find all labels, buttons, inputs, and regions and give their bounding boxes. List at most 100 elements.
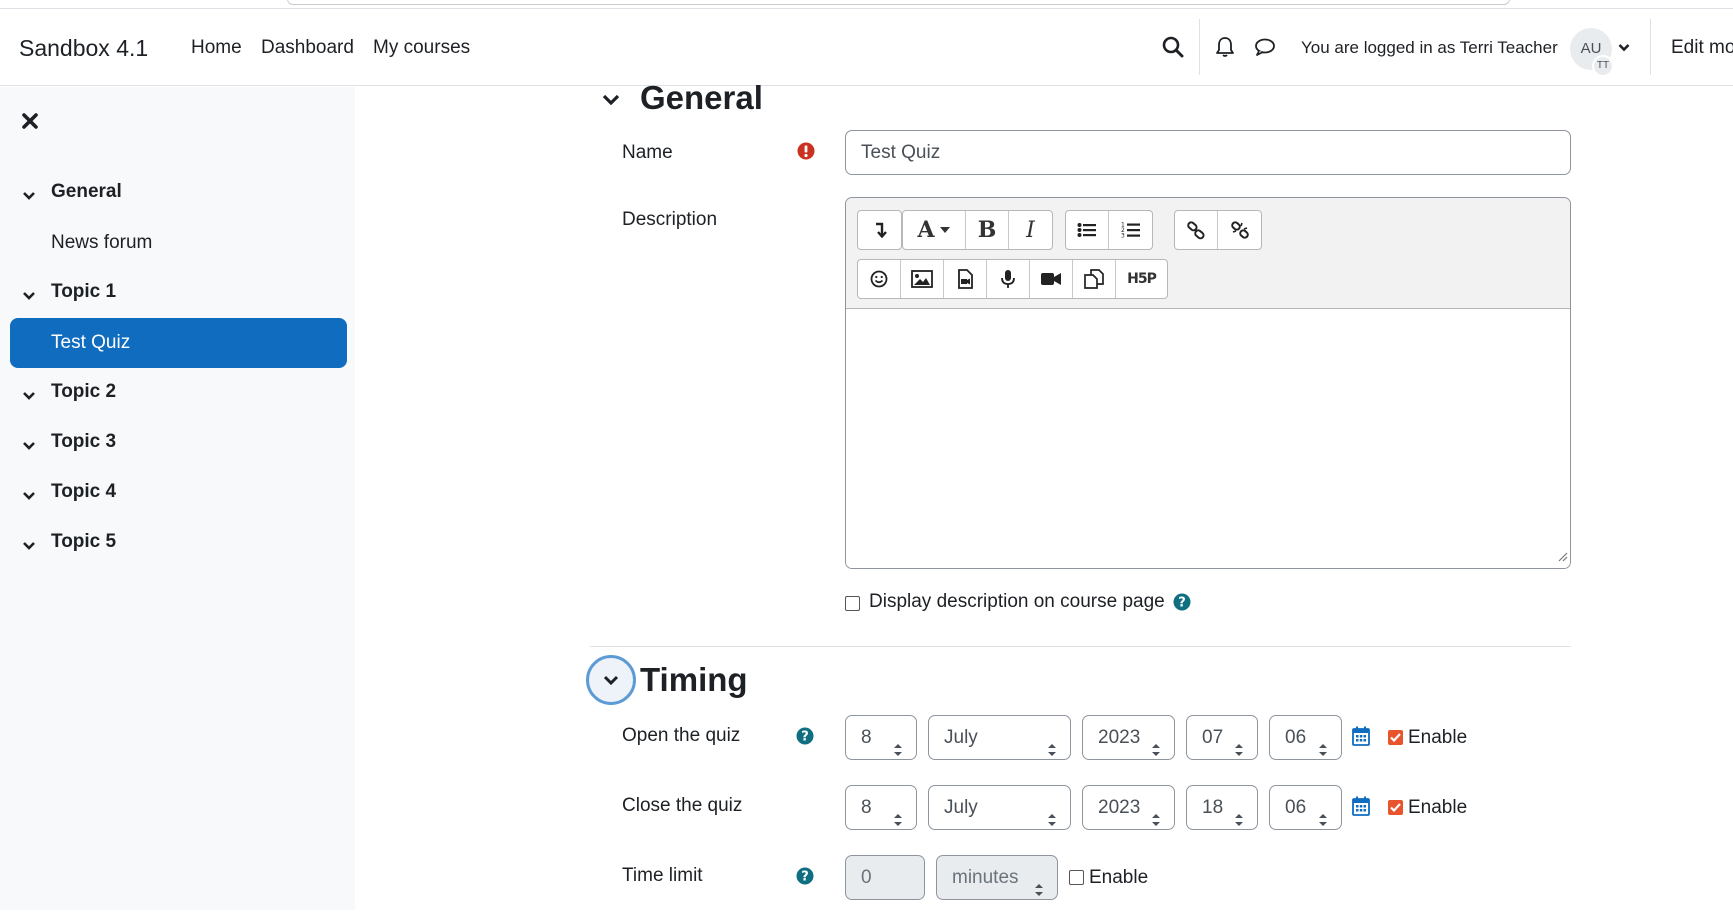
close-month-value: July [944,797,978,818]
toolbar-group-links [1174,210,1262,250]
collapse-general-button[interactable] [598,88,624,114]
drawer-section-topic-4[interactable]: Topic 4 [0,473,355,513]
nav-my-courses[interactable]: My courses [373,37,470,59]
unlink-icon[interactable] [1218,211,1261,249]
manage-files-icon[interactable] [1073,260,1116,298]
font-style-icon[interactable]: A [903,211,966,249]
svg-text:?: ? [1178,596,1186,611]
select-caret-icon [1047,730,1057,773]
avatar[interactable]: AU TT [1570,28,1614,77]
open-month-value: July [944,727,978,748]
select-caret-icon [1034,870,1044,913]
chevron-down-icon[interactable] [1617,41,1631,53]
nav-home[interactable]: Home [191,37,242,59]
logged-in-text: You are logged in as Terri Teacher [1301,38,1558,57]
unordered-list-icon[interactable] [1066,211,1109,249]
chevron-down-icon [602,670,620,691]
drawer-section-general[interactable]: General [0,173,355,213]
general-heading: General [640,79,763,116]
select-caret-icon [1234,730,1244,773]
h5p-glyph: H5P [1127,271,1157,287]
chevron-down-icon [22,185,36,207]
select-caret-icon [1047,800,1057,843]
url-bar-fragment [287,0,1510,5]
close-day-select[interactable]: 8 [845,785,917,830]
bold-icon[interactable]: B [966,211,1009,249]
toolbar-group-collapse [857,210,902,250]
drawer-section-label: Topic 4 [51,481,117,502]
select-caret-icon [893,730,903,773]
close-month-select[interactable]: July [928,785,1071,830]
open-year-select[interactable]: 2023 [1082,715,1175,760]
drawer-item-label: News forum [51,232,153,253]
video-camera-icon[interactable] [1030,260,1073,298]
open-day-select[interactable]: 8 [845,715,917,760]
image-icon[interactable] [901,260,944,298]
drawer-section-topic-2[interactable]: Topic 2 [0,373,355,413]
select-caret-icon [1318,800,1328,843]
svg-text:?: ? [801,870,809,885]
chat-bubble-icon[interactable] [1253,36,1277,58]
drawer-section-topic-5[interactable]: Topic 5 [0,523,355,563]
description-textarea[interactable] [846,309,1570,568]
help-icon[interactable]: ? [796,727,814,750]
drawer-section-topic-1[interactable]: Topic 1 [0,273,355,313]
close-year-select[interactable]: 2023 [1082,785,1175,830]
close-icon[interactable] [22,113,42,133]
navbar-separator [1199,19,1200,75]
drawer-section-label: Topic 1 [51,281,117,302]
calendar-icon[interactable] [1352,796,1370,821]
close-enable-checkbox[interactable] [1388,800,1403,815]
drawer-section-label: Topic 5 [51,531,117,552]
open-quiz-label: Open the quiz [622,725,741,746]
site-brand[interactable]: Sandbox 4.1 [19,35,148,62]
drawer-section-topic-3[interactable]: Topic 3 [0,423,355,463]
editor-toolbar: A B I 123 H5P [846,198,1570,309]
drawer-section-label: General [51,181,122,202]
h5p-icon[interactable]: H5P [1116,260,1167,298]
edit-mode-label[interactable]: Edit mo [1671,37,1733,59]
nav-dashboard[interactable]: Dashboard [261,37,354,59]
open-hour-select[interactable]: 07 [1186,715,1258,760]
toolbar-group-style: A B I [902,210,1053,250]
calendar-icon[interactable] [1352,726,1370,751]
chevron-down-icon [22,385,36,407]
help-icon[interactable]: ? [796,867,814,890]
italic-icon[interactable]: I [1009,211,1052,249]
ordered-list-icon[interactable]: 123 [1109,211,1152,249]
emoji-icon[interactable] [858,260,901,298]
time-limit-enable-checkbox[interactable] [1069,870,1084,885]
name-input[interactable]: Test Quiz [845,130,1571,175]
description-editor: A B I 123 H5P [845,197,1571,569]
help-icon[interactable]: ? [1173,593,1191,616]
required-icon [797,142,815,165]
search-icon[interactable] [1161,35,1185,59]
select-caret-icon [1318,730,1328,773]
bell-icon[interactable] [1214,35,1236,59]
chevron-down-icon [22,535,36,557]
resize-handle-icon[interactable] [1558,546,1568,567]
collapse-timing-button[interactable] [586,655,636,705]
drawer-item-test-quiz[interactable]: Test Quiz [10,318,347,368]
open-year-value: 2023 [1098,727,1141,748]
time-limit-unit-value: minutes [952,867,1019,888]
close-enable-label: Enable [1408,797,1468,818]
link-icon[interactable] [1175,211,1218,249]
close-hour-select[interactable]: 18 [1186,785,1258,830]
close-year-value: 2023 [1098,797,1141,818]
drawer-item-news-forum[interactable]: News forum [10,218,347,268]
time-limit-unit-select[interactable]: minutes [936,855,1058,900]
display-description-checkbox[interactable] [845,596,860,611]
microphone-icon[interactable] [987,260,1030,298]
svg-text:?: ? [801,730,809,745]
open-enable-checkbox[interactable] [1388,730,1403,745]
time-limit-input[interactable]: 0 [845,855,925,900]
paragraph-toggle-icon[interactable] [858,211,901,249]
close-hour-value: 18 [1202,797,1224,818]
select-caret-icon [1151,730,1161,773]
close-minute-select[interactable]: 06 [1269,785,1342,830]
display-description-label: Display description on course page [869,591,1165,612]
open-minute-select[interactable]: 06 [1269,715,1342,760]
open-month-select[interactable]: July [928,715,1071,760]
media-file-icon[interactable] [944,260,987,298]
